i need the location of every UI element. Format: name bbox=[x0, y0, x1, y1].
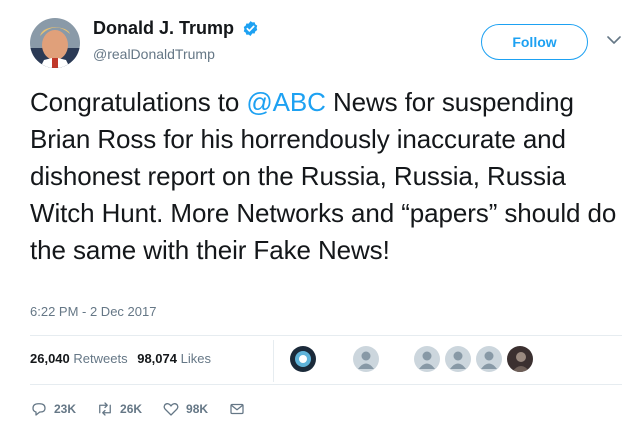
reply-icon bbox=[32, 403, 46, 416]
liker-avatar[interactable] bbox=[476, 346, 502, 372]
avatar-image bbox=[30, 18, 80, 68]
direct-message-button[interactable] bbox=[228, 400, 246, 418]
divider-bottom bbox=[30, 384, 622, 385]
likes-count: 98,074 bbox=[137, 351, 177, 366]
retweet-button[interactable]: 26K bbox=[96, 400, 142, 418]
liker-avatar[interactable] bbox=[290, 346, 316, 372]
like-count: 98K bbox=[186, 402, 209, 416]
retweets-stat[interactable]: 26,040 Retweets bbox=[30, 351, 131, 366]
liker-avatar[interactable] bbox=[414, 346, 440, 372]
avatar[interactable] bbox=[30, 18, 80, 68]
action-bar: 23K 26K 98K bbox=[30, 400, 266, 418]
liker-avatar[interactable] bbox=[353, 346, 379, 372]
stats-separator bbox=[273, 340, 274, 382]
heart-icon bbox=[163, 403, 179, 416]
likes-label: Likes bbox=[180, 351, 211, 366]
chevron-down-icon[interactable] bbox=[607, 35, 621, 45]
tweet-stats: 26,040 Retweets 98,074 Likes bbox=[30, 351, 217, 366]
likes-stat[interactable]: 98,074 Likes bbox=[137, 351, 214, 366]
reply-count: 23K bbox=[54, 402, 77, 416]
user-info: Donald J. Trump @realDonaldTrump bbox=[93, 18, 259, 62]
mention-link[interactable]: @ABC bbox=[246, 87, 326, 117]
envelope-icon bbox=[230, 403, 244, 415]
display-name[interactable]: Donald J. Trump bbox=[93, 18, 234, 39]
divider-top bbox=[30, 335, 622, 336]
liker-avatar[interactable] bbox=[445, 346, 471, 372]
like-button[interactable]: 98K bbox=[162, 400, 208, 418]
tweet-text-before: Congratulations to bbox=[30, 87, 247, 117]
liker-avatar[interactable] bbox=[507, 346, 533, 372]
retweet-count: 26K bbox=[120, 402, 143, 416]
tweet-text: Congratulations to @ABC News for suspend… bbox=[30, 84, 620, 269]
retweet-icon bbox=[99, 402, 111, 416]
user-handle[interactable]: @realDonaldTrump bbox=[93, 46, 259, 62]
retweets-label: Retweets bbox=[73, 351, 128, 366]
reply-button[interactable]: 23K bbox=[30, 400, 76, 418]
follow-button[interactable]: Follow bbox=[481, 24, 588, 60]
retweets-count: 26,040 bbox=[30, 351, 70, 366]
verified-badge-icon bbox=[244, 21, 258, 36]
tweet-timestamp[interactable]: 6:22 PM - 2 Dec 2017 bbox=[30, 304, 156, 319]
